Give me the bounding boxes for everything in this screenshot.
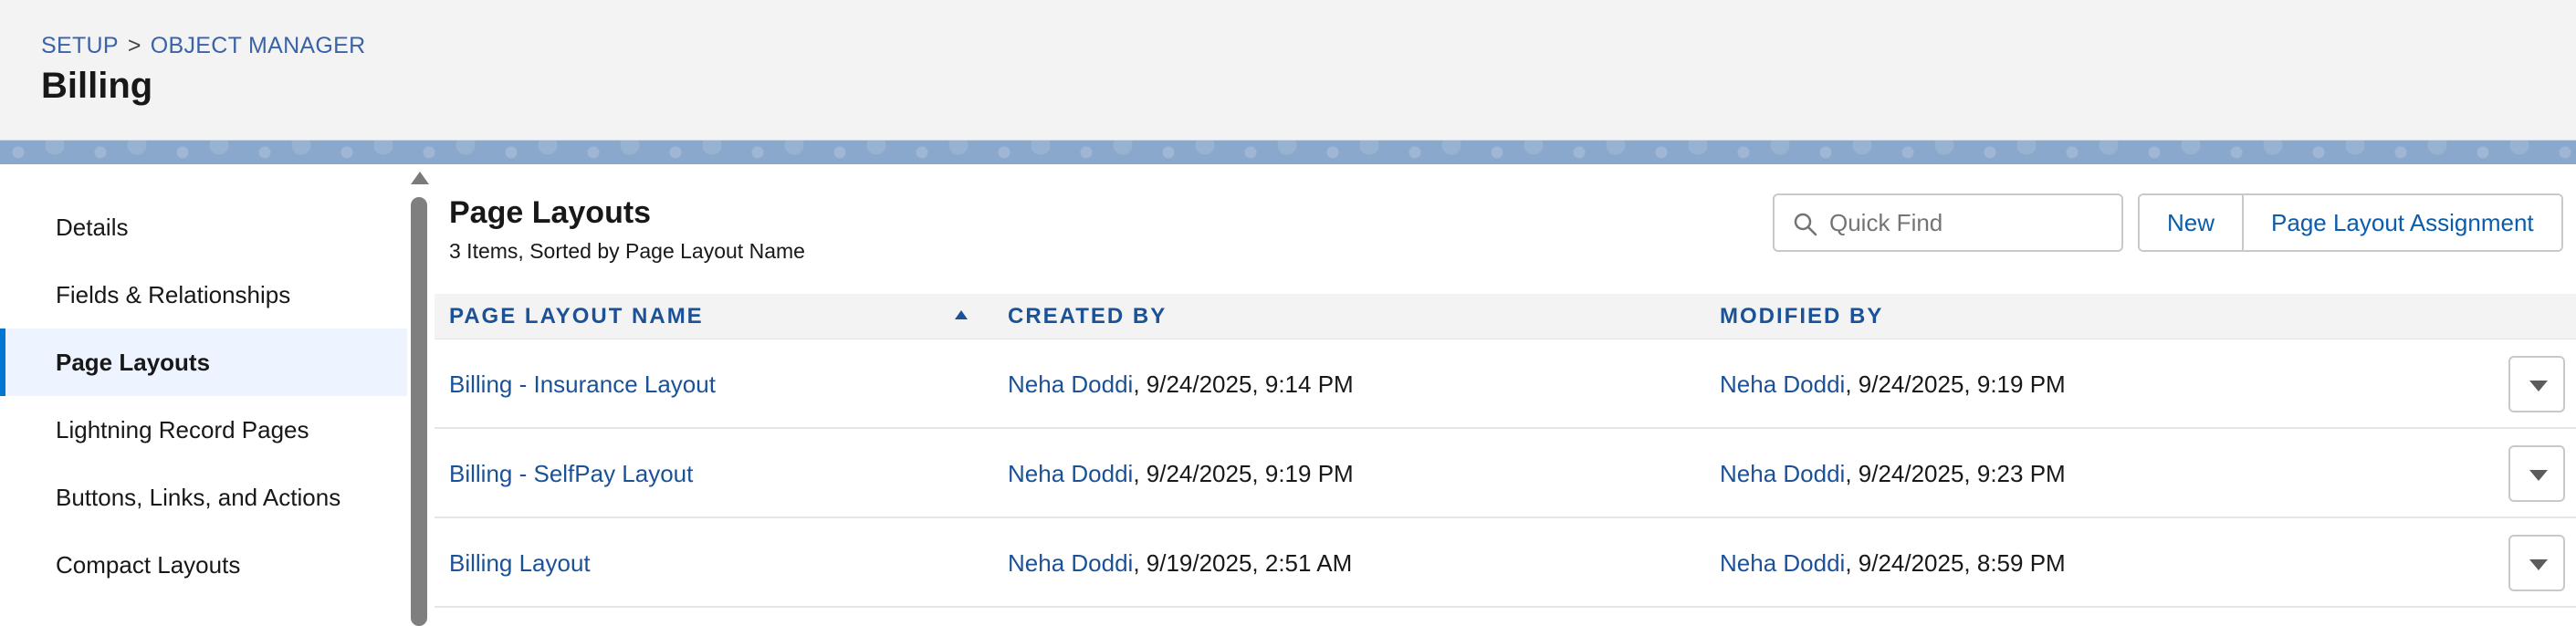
breadcrumb: SETUP > OBJECT MANAGER — [41, 33, 365, 59]
created-date: , 9/24/2025, 9:19 PM — [1133, 460, 1354, 487]
created-by-cell: Neha Doddi, 9/24/2025, 9:14 PM — [1008, 339, 1354, 429]
created-by-user-link[interactable]: Neha Doddi — [1008, 370, 1133, 398]
modified-date: , 9/24/2025, 9:23 PM — [1845, 460, 2066, 487]
section-title: Page Layouts — [449, 195, 652, 230]
breadcrumb-object-manager[interactable]: OBJECT MANAGER — [151, 33, 366, 58]
chevron-down-icon — [2529, 470, 2548, 481]
section-subtitle: 3 Items, Sorted by Page Layout Name — [449, 239, 805, 263]
row-actions-button[interactable] — [2508, 356, 2565, 412]
quick-find-box[interactable] — [1773, 193, 2123, 252]
row-actions-button[interactable] — [2508, 445, 2565, 502]
page-layout-name-link[interactable]: Billing Layout — [449, 518, 591, 608]
sidebar: Details Fields & Relationships Page Layo… — [0, 164, 407, 620]
breadcrumb-separator: > — [127, 33, 141, 58]
modified-by-user-link[interactable]: Neha Doddi — [1720, 370, 1845, 398]
quick-find-input[interactable] — [1829, 203, 2112, 243]
scrollbar-thumb[interactable] — [411, 197, 427, 626]
sort-ascending-icon[interactable] — [955, 310, 968, 319]
chevron-down-icon — [2529, 559, 2548, 570]
chevron-down-icon — [2529, 381, 2548, 391]
scroll-up-arrow-icon[interactable] — [411, 172, 429, 184]
sidebar-item-lightning-record-pages[interactable]: Lightning Record Pages — [0, 396, 407, 464]
created-by-user-link[interactable]: Neha Doddi — [1008, 549, 1133, 577]
page-layout-assignment-button[interactable]: Page Layout Assignment — [2242, 195, 2561, 250]
table-row: Billing - SelfPay Layout Neha Doddi, 9/2… — [435, 429, 2576, 518]
sidebar-item-fields-relationships[interactable]: Fields & Relationships — [0, 261, 407, 329]
new-button[interactable]: New — [2140, 195, 2243, 250]
created-by-cell: Neha Doddi, 9/24/2025, 9:19 PM — [1008, 429, 1354, 518]
sidebar-item-buttons-links-actions[interactable]: Buttons, Links, and Actions — [0, 464, 407, 531]
sidebar-item-page-layouts[interactable]: Page Layouts — [0, 329, 407, 396]
modified-by-user-link[interactable]: Neha Doddi — [1720, 549, 1845, 577]
column-header-created-by[interactable]: CREATED BY — [1008, 294, 1167, 339]
created-date: , 9/19/2025, 2:51 AM — [1133, 549, 1353, 577]
sidebar-scrollbar[interactable] — [407, 164, 433, 626]
modified-date: , 9/24/2025, 8:59 PM — [1845, 549, 2066, 577]
row-actions-button[interactable] — [2508, 535, 2565, 591]
column-header-page-layout-name[interactable]: PAGE LAYOUT NAME — [449, 294, 704, 339]
created-by-cell: Neha Doddi, 9/19/2025, 2:51 AM — [1008, 518, 1352, 608]
modified-by-cell: Neha Doddi, 9/24/2025, 8:59 PM — [1720, 518, 2066, 608]
sidebar-item-details[interactable]: Details — [0, 193, 407, 261]
table-row: Billing - Insurance Layout Neha Doddi, 9… — [435, 339, 2576, 429]
column-header-modified-by[interactable]: MODIFIED BY — [1720, 294, 1883, 339]
sidebar-item-compact-layouts[interactable]: Compact Layouts — [0, 531, 407, 599]
decorative-banner — [0, 141, 2576, 164]
created-by-user-link[interactable]: Neha Doddi — [1008, 460, 1133, 487]
table-header: PAGE LAYOUT NAME CREATED BY MODIFIED BY — [435, 294, 2576, 339]
page-layout-name-link[interactable]: Billing - SelfPay Layout — [449, 429, 693, 518]
modified-date: , 9/24/2025, 9:19 PM — [1845, 370, 2066, 398]
breadcrumb-setup[interactable]: SETUP — [41, 33, 119, 58]
modified-by-cell: Neha Doddi, 9/24/2025, 9:19 PM — [1720, 339, 2066, 429]
created-date: , 9/24/2025, 9:14 PM — [1133, 370, 1354, 398]
action-button-group: New Page Layout Assignment — [2138, 193, 2563, 252]
main-content: Page Layouts 3 Items, Sorted by Page Lay… — [435, 164, 2576, 620]
page-layout-name-link[interactable]: Billing - Insurance Layout — [449, 339, 716, 429]
search-icon — [1794, 213, 1817, 236]
page-header: SETUP > OBJECT MANAGER Billing — [0, 0, 2576, 141]
modified-by-user-link[interactable]: Neha Doddi — [1720, 460, 1845, 487]
modified-by-cell: Neha Doddi, 9/24/2025, 9:23 PM — [1720, 429, 2066, 518]
page-title: Billing — [41, 66, 153, 106]
table-row: Billing Layout Neha Doddi, 9/19/2025, 2:… — [435, 518, 2576, 608]
